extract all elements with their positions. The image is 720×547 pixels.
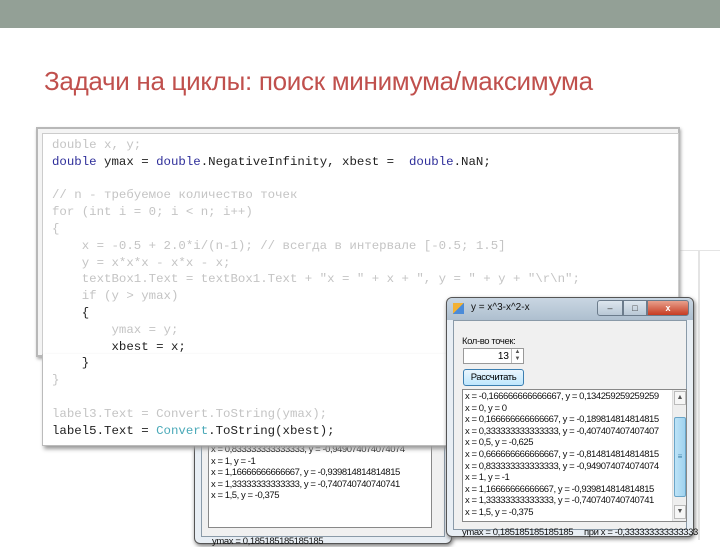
app-window: y = x^3-x^2-x – □ x Кол-во точек: 13 ▲ ▼ … [446, 297, 698, 538]
code-line: x = -0.5 + 2.0*i/(n-1); // всегда в инте… [52, 238, 506, 253]
code-line: double x, y; [52, 138, 142, 152]
window-title: y = x^3-x^2-x [471, 302, 530, 313]
result-line: x = 1,5, y = -0,375 [211, 490, 280, 502]
count-label: Кол-во точек: [462, 336, 516, 347]
result-line: x = -0,166666666666667, y = 0,1342592592… [465, 391, 659, 402]
count-stepper[interactable]: 13 ▲ ▼ [463, 348, 524, 364]
result-line: x = 0,166666666666667, y = -0,1898148148… [465, 414, 659, 426]
code-line: for (int i = 0; i < n; i++) [52, 205, 253, 220]
scrollbar[interactable]: ▲ ≡ ▼ [672, 390, 686, 521]
window-body: Кол-во точек: 13 ▲ ▼ Рассчитать x = -0,16… [453, 320, 698, 538]
background-line [698, 250, 700, 540]
result-line: x = 0,666666666666667, y = -0,8148148148… [465, 448, 659, 460]
calculate-button[interactable]: Рассчитать [463, 369, 524, 386]
result-line: x = 1,16666666666667, y = -0,93981481481… [465, 483, 654, 495]
count-value: 13 [497, 351, 509, 362]
code-line: // n - требуемое количество точек [52, 188, 298, 203]
scroll-up-icon[interactable]: ▲ [674, 391, 686, 405]
result-line: x = 1,5, y = -0,375 [465, 506, 534, 518]
code-token: .ToString(xbest); [208, 423, 335, 438]
scrollbar-thumb[interactable]: ≡ [674, 417, 686, 497]
slide-top-bar [0, 0, 720, 28]
result-line: x = 1,33333333333333, y = -0,74074074074… [211, 478, 400, 490]
app-icon [453, 303, 464, 314]
results-textbox[interactable]: x = -0,166666666666667, y = 0,1342592592… [462, 389, 687, 522]
code-token: ymax = [96, 154, 157, 169]
result-line: x = 1, y = -1 [465, 472, 510, 484]
scroll-down-icon[interactable]: ▼ [674, 505, 686, 519]
result-line: x = 1, y = -1 [211, 455, 256, 467]
code-token: .NegativeInfinity, xbest = [200, 154, 409, 169]
code-line: textBox1.Text = textBox1.Text + "x = " +… [52, 272, 580, 287]
code-line: { [52, 221, 60, 236]
results-textbox[interactable]: x = 0,833333333333333, y = -0,9490740740… [208, 442, 432, 528]
result-line: x = 0,5, y = -0,625 [465, 437, 534, 449]
ymax-label: ymax = 0,185185185185185 [212, 536, 324, 547]
slide-title: Задачи на циклы: поиск минимума/максимум… [44, 66, 593, 96]
result-line: x = 1,33333333333333, y = -0,74074074074… [465, 495, 654, 507]
code-token: Convert [156, 423, 209, 438]
close-button[interactable]: x [647, 300, 689, 316]
spin-arrows-icon[interactable]: ▲ ▼ [511, 349, 523, 363]
code-line: y = x*x*x - x*x - x; [52, 255, 231, 270]
result-line: x = 1,16666666666667, y = -0,93981481481… [211, 467, 400, 479]
result-line: x = 0,333333333333333, y = -0,4074074074… [465, 425, 659, 437]
close-icon: x [665, 303, 671, 313]
code-token: double [408, 154, 454, 169]
window-titlebar[interactable]: y = x^3-x^2-x – □ x [447, 298, 693, 320]
code-line: double ymax = double.NegativeInfinity, x… [52, 154, 580, 171]
xbest-label: при x = -0,333333333333333 [584, 527, 698, 538]
result-line: x = 0,833333333333333, y = -0,9490740740… [465, 460, 659, 472]
ymax-label: ymax = 0,185185185185185 [462, 527, 574, 538]
code-token: label5.Text = [52, 423, 157, 438]
minimize-button[interactable]: – [597, 300, 623, 316]
code-token: double [52, 154, 97, 169]
code-token: double [156, 154, 201, 169]
maximize-button[interactable]: □ [623, 300, 647, 316]
code-token: .NaN; [453, 154, 491, 169]
result-line: x = 0, y = 0 [465, 402, 507, 414]
